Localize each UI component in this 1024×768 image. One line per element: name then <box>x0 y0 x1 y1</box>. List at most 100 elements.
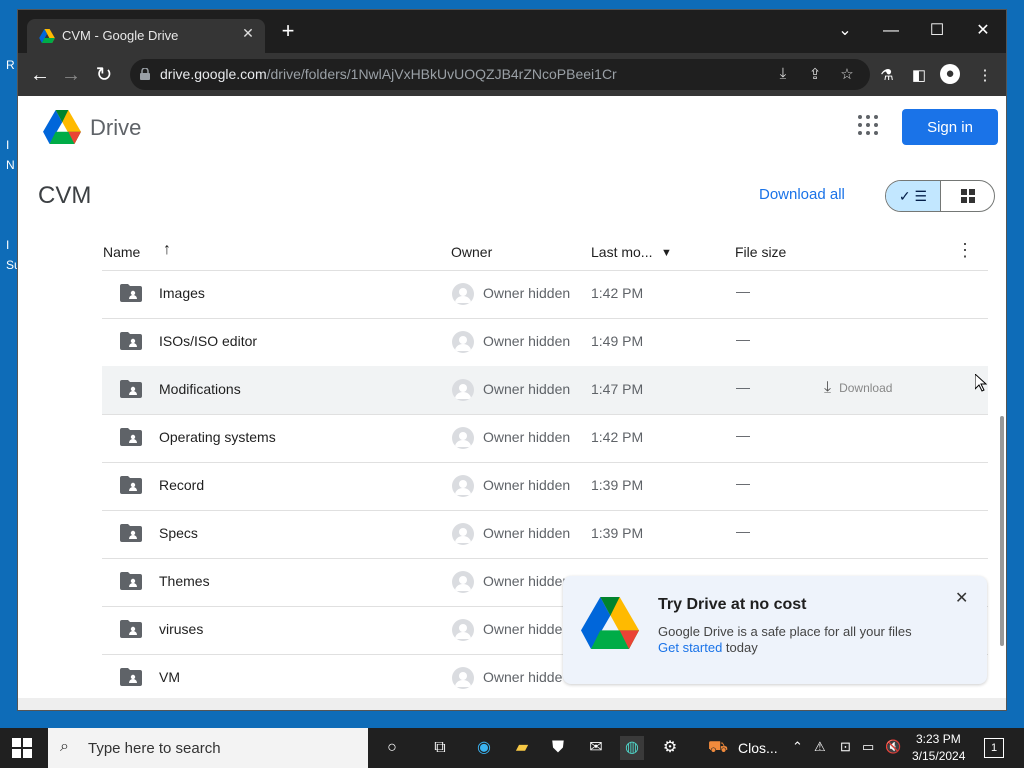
taskbar-app-label[interactable]: Clos... <box>738 740 778 756</box>
clock-date[interactable]: 3/15/2024 <box>912 749 965 763</box>
desktop-icon-label[interactable]: I <box>6 138 9 152</box>
desktop-icon-label[interactable]: I <box>6 238 9 252</box>
horizontal-scrollbar[interactable] <box>18 698 1006 710</box>
browser-menu-icon[interactable]: ⋮ <box>974 66 996 84</box>
side-panel-icon[interactable]: ◧ <box>908 66 930 84</box>
maximize-button[interactable]: ☐ <box>914 16 960 46</box>
column-header-owner: Owner <box>451 244 493 260</box>
profile-avatar-icon[interactable]: ● <box>940 64 960 84</box>
file-name[interactable]: Record <box>159 477 204 493</box>
shared-folder-icon <box>120 572 142 590</box>
title-bar: CVM - Google Drive ✕ + ⌄ — ☐ ✕ <box>18 10 1006 53</box>
owner-avatar-icon <box>452 379 474 401</box>
forward-arrow-icon[interactable]: → <box>58 62 84 88</box>
grid-icon <box>960 188 975 203</box>
column-header-name[interactable]: Name <box>103 244 140 260</box>
file-name[interactable]: Operating systems <box>159 429 276 445</box>
file-row[interactable]: Modifications Owner hidden 1:47 PM — ⤓ Downlo… <box>102 366 988 415</box>
clock-time[interactable]: 3:23 PM <box>916 732 961 746</box>
sort-dropdown-icon[interactable]: ▼ <box>661 247 672 259</box>
new-tab-button[interactable]: + <box>276 20 300 42</box>
shared-folder-icon <box>120 476 142 494</box>
search-icon: ⌕ <box>60 738 69 755</box>
file-name[interactable]: viruses <box>159 621 203 637</box>
desktop-icon-label[interactable]: N <box>6 158 15 172</box>
owner-text: Owner hidde <box>483 621 563 637</box>
labs-flask-icon[interactable]: ⚗ <box>876 66 898 84</box>
desktop-icon-label[interactable]: R <box>6 58 15 72</box>
file-row[interactable]: Record Owner hidden 1:39 PM — <box>102 462 988 511</box>
install-app-icon[interactable]: ⤓ <box>773 65 793 82</box>
vertical-scrollbar[interactable] <box>1000 416 1004 646</box>
file-size: — <box>736 475 750 491</box>
shared-folder-icon <box>120 428 142 446</box>
file-size: — <box>736 523 750 539</box>
promo-text: Google Drive is a safe place for all you… <box>658 624 912 639</box>
minimize-button[interactable]: — <box>868 16 914 46</box>
store-icon[interactable]: ⛊ <box>546 736 570 760</box>
modified-time: 1:42 PM <box>591 285 644 301</box>
file-row[interactable]: ISOs/ISO editor Owner hidden 1:49 PM — <box>102 318 988 367</box>
file-name[interactable]: Images <box>159 285 205 301</box>
volume-muted-icon[interactable]: 🔇 <box>885 739 901 755</box>
settings-gear-icon[interactable]: ⚙ <box>658 736 682 760</box>
sort-arrow-up-icon[interactable]: ↑ <box>163 241 171 259</box>
shared-folder-icon <box>120 332 142 350</box>
file-row[interactable]: Images Owner hidden 1:42 PM — <box>102 270 988 319</box>
grid-view-button[interactable] <box>941 181 994 211</box>
tab-search-chevron-icon[interactable]: ⌄ <box>822 16 868 46</box>
file-size: — <box>736 427 750 443</box>
more-options-icon[interactable]: ⋮ <box>956 240 974 261</box>
sign-in-button[interactable]: Sign in <box>902 109 998 145</box>
file-explorer-icon[interactable]: ▰ <box>510 736 534 760</box>
app-icon[interactable]: ⛟ <box>706 736 730 760</box>
owner-avatar-icon <box>452 571 474 593</box>
browser-tab[interactable]: CVM - Google Drive ✕ <box>27 19 265 53</box>
google-apps-icon[interactable] <box>858 115 882 139</box>
cortana-icon[interactable]: ○ <box>380 736 404 760</box>
windows-start-icon[interactable] <box>12 738 32 758</box>
column-header-last-modified[interactable]: Last mo... <box>591 244 652 260</box>
file-size: — <box>736 283 750 299</box>
task-view-icon[interactable]: ⧉ <box>428 736 452 760</box>
get-started-link[interactable]: Get started <box>658 640 722 655</box>
row-download-button[interactable]: ⤓ Download <box>824 379 892 397</box>
drive-brand-text[interactable]: Drive <box>90 115 141 141</box>
promo-title: Try Drive at no cost <box>658 596 807 613</box>
tab-close-icon[interactable]: ✕ <box>239 25 257 42</box>
file-name[interactable]: Modifications <box>159 381 241 397</box>
lock-icon <box>140 68 150 80</box>
file-name[interactable]: ISOs/ISO editor <box>159 333 257 349</box>
notification-center-icon[interactable]: 1 <box>984 738 1004 758</box>
download-all-button[interactable]: Download all <box>759 186 845 203</box>
file-row[interactable]: Operating systems Owner hidden 1:42 PM — <box>102 414 988 463</box>
reload-icon[interactable]: ↻ <box>91 62 117 88</box>
file-name[interactable]: Themes <box>159 573 210 589</box>
display-icon[interactable]: ▭ <box>862 739 874 755</box>
owner-text: Owner hidden <box>483 285 571 301</box>
close-window-button[interactable]: ✕ <box>960 16 1006 46</box>
owner-text: Owner hidde <box>483 669 563 685</box>
promo-close-icon[interactable]: ✕ <box>955 588 968 608</box>
shared-folder-icon <box>120 524 142 542</box>
file-row[interactable]: Specs Owner hidden 1:39 PM — <box>102 510 988 559</box>
edge-browser-icon[interactable]: ◉ <box>472 736 496 760</box>
share-icon[interactable]: ⇪ <box>805 65 825 83</box>
file-name[interactable]: Specs <box>159 525 198 541</box>
chrome-active-icon[interactable]: ◍ <box>620 736 644 760</box>
back-arrow-icon[interactable]: ← <box>27 62 53 88</box>
address-bar[interactable]: drive.google.com/drive/folders/1NwlAjVxH… <box>130 59 870 90</box>
mail-icon[interactable]: ✉ <box>584 736 608 760</box>
meet-icon[interactable]: ⊡ <box>840 739 851 755</box>
list-view-button[interactable]: ✓ ☰ <box>886 181 941 211</box>
file-name[interactable]: VM <box>159 669 180 685</box>
drive-logo-icon[interactable] <box>43 110 81 144</box>
tray-chevron-icon[interactable]: ⌃ <box>792 739 803 755</box>
network-icon[interactable]: ⚠ <box>814 739 826 755</box>
url-text: drive.google.com/drive/folders/1NwlAjVxH… <box>160 66 617 82</box>
bookmark-star-icon[interactable]: ☆ <box>837 65 857 83</box>
owner-text: Owner hidden <box>483 333 571 349</box>
file-size: — <box>736 331 750 347</box>
file-size: — <box>736 379 750 395</box>
taskbar-search[interactable]: ⌕ Type here to search <box>48 728 368 768</box>
